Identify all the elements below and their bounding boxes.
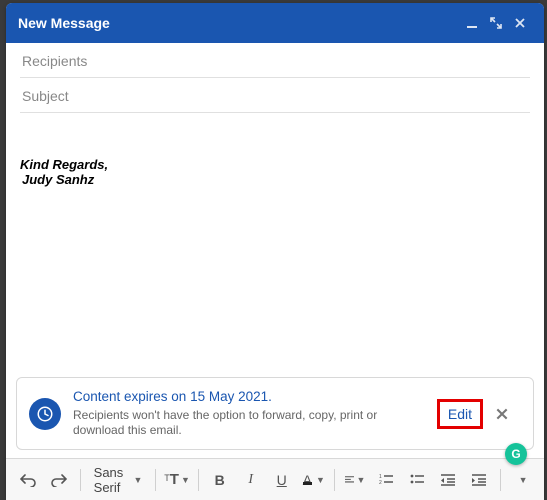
indent-less-button[interactable] bbox=[434, 466, 462, 494]
redo-icon bbox=[51, 473, 67, 487]
header-fields bbox=[6, 43, 544, 113]
minimize-icon bbox=[466, 17, 478, 29]
chevron-down-icon: ▼ bbox=[316, 475, 325, 485]
undo-icon bbox=[20, 473, 36, 487]
numbered-list-button[interactable]: 12 bbox=[372, 466, 400, 494]
message-body[interactable]: Kind Regards, Judy Sanhz bbox=[6, 113, 544, 377]
indent-more-button[interactable] bbox=[465, 466, 493, 494]
grammarly-badge[interactable]: G bbox=[505, 443, 527, 465]
formatting-toolbar: Sans Serif ▼ TT ▼ B I U A ▼ ▼ 12 bbox=[6, 458, 544, 500]
redo-button[interactable] bbox=[45, 466, 73, 494]
indent-increase-icon bbox=[472, 474, 486, 486]
confidential-mode-banner: Content expires on 15 May 2021. Recipien… bbox=[16, 377, 534, 450]
close-button[interactable] bbox=[508, 11, 532, 35]
bulleted-list-button[interactable] bbox=[403, 466, 431, 494]
subject-input[interactable] bbox=[22, 88, 528, 104]
font-size-button[interactable]: TT ▼ bbox=[163, 466, 191, 494]
fullscreen-button[interactable] bbox=[484, 11, 508, 35]
confidential-text: Content expires on 15 May 2021. Recipien… bbox=[73, 388, 425, 439]
compose-window: New Message Kind Regards, Judy Sanhz bbox=[6, 3, 544, 500]
chevron-down-icon: ▼ bbox=[181, 475, 190, 485]
clock-lock-icon bbox=[36, 405, 54, 423]
chevron-down-icon: ▼ bbox=[356, 475, 365, 485]
confidential-icon bbox=[29, 398, 61, 430]
undo-button[interactable] bbox=[14, 466, 42, 494]
text-color-button[interactable]: A ▼ bbox=[299, 466, 327, 494]
recipients-input[interactable] bbox=[22, 53, 528, 69]
confidential-title: Content expires on 15 May 2021. bbox=[73, 388, 425, 406]
align-button[interactable]: ▼ bbox=[341, 466, 369, 494]
close-icon bbox=[495, 407, 509, 421]
indent-decrease-icon bbox=[441, 474, 455, 486]
bold-button[interactable]: B bbox=[206, 466, 234, 494]
window-title: New Message bbox=[18, 15, 110, 31]
font-family-select[interactable]: Sans Serif ▼ bbox=[88, 465, 149, 495]
subject-row[interactable] bbox=[20, 78, 530, 113]
numbered-list-icon: 12 bbox=[379, 474, 393, 486]
underline-button[interactable]: U bbox=[268, 466, 296, 494]
chevron-down-icon: ▼ bbox=[519, 475, 528, 485]
grammarly-icon: G bbox=[511, 447, 520, 461]
close-icon bbox=[514, 17, 526, 29]
font-family-label: Sans Serif bbox=[94, 465, 128, 495]
chevron-down-icon: ▼ bbox=[133, 475, 142, 485]
recipients-row[interactable] bbox=[20, 43, 530, 78]
expand-icon bbox=[490, 17, 502, 29]
more-formatting-button[interactable]: ▼ bbox=[508, 466, 536, 494]
bulleted-list-icon bbox=[410, 474, 424, 486]
signature-line-1: Kind Regards, bbox=[20, 157, 530, 172]
confidential-dismiss-button[interactable] bbox=[495, 407, 521, 421]
minimize-button[interactable] bbox=[460, 11, 484, 35]
confidential-desc: Recipients won't have the option to forw… bbox=[73, 408, 425, 439]
confidential-edit-button[interactable]: Edit bbox=[437, 399, 483, 429]
italic-button[interactable]: I bbox=[237, 466, 265, 494]
signature-line-2: Judy Sanhz bbox=[22, 172, 530, 187]
compose-titlebar: New Message bbox=[6, 3, 544, 43]
align-left-icon bbox=[345, 474, 354, 486]
svg-text:2: 2 bbox=[379, 480, 382, 486]
